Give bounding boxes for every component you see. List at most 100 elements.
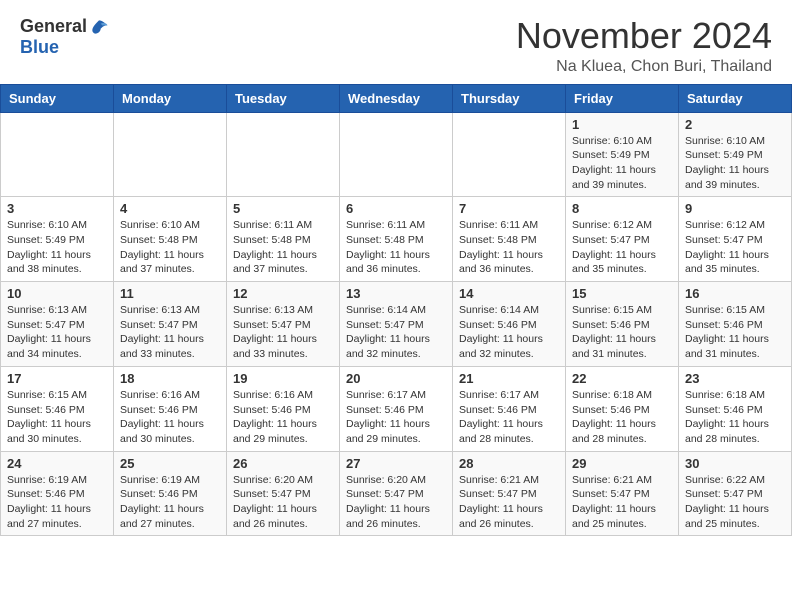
- day-info: Sunrise: 6:16 AM Sunset: 5:46 PM Dayligh…: [120, 388, 220, 447]
- day-cell: 16 Sunrise: 6:15 AM Sunset: 5:46 PM Dayli…: [679, 282, 792, 367]
- day-cell: 10 Sunrise: 6:13 AM Sunset: 5:47 PM Dayli…: [1, 282, 114, 367]
- logo-general-text: General: [20, 16, 87, 37]
- day-cell: 26 Sunrise: 6:20 AM Sunset: 5:47 PM Dayli…: [227, 451, 340, 536]
- header: General Blue November 2024 Na Kluea, Cho…: [0, 0, 792, 84]
- calendar-table: Sunday Monday Tuesday Wednesday Thursday…: [0, 84, 792, 537]
- day-info: Sunrise: 6:15 AM Sunset: 5:46 PM Dayligh…: [685, 303, 785, 362]
- week-row-2: 3 Sunrise: 6:10 AM Sunset: 5:49 PM Daylig…: [1, 197, 792, 282]
- day-number: 6: [346, 201, 446, 216]
- day-cell: 9 Sunrise: 6:12 AM Sunset: 5:47 PM Daylig…: [679, 197, 792, 282]
- day-cell: 5 Sunrise: 6:11 AM Sunset: 5:48 PM Daylig…: [227, 197, 340, 282]
- col-monday: Monday: [114, 84, 227, 112]
- day-cell: 6 Sunrise: 6:11 AM Sunset: 5:48 PM Daylig…: [340, 197, 453, 282]
- day-info: Sunrise: 6:19 AM Sunset: 5:46 PM Dayligh…: [7, 473, 107, 532]
- day-info: Sunrise: 6:12 AM Sunset: 5:47 PM Dayligh…: [572, 218, 672, 277]
- title-area: November 2024 Na Kluea, Chon Buri, Thail…: [516, 16, 772, 76]
- day-cell: 29Sunrise: 6:21 AM Sunset: 5:47 PM Dayli…: [566, 451, 679, 536]
- calendar-header-row: Sunday Monday Tuesday Wednesday Thursday…: [1, 84, 792, 112]
- day-number: 13: [346, 286, 446, 301]
- day-info: Sunrise: 6:20 AM Sunset: 5:47 PM Dayligh…: [233, 473, 333, 532]
- day-cell: [114, 112, 227, 197]
- day-info: Sunrise: 6:20 AM Sunset: 5:47 PM Dayligh…: [346, 473, 446, 532]
- col-thursday: Thursday: [453, 84, 566, 112]
- day-cell: 24 Sunrise: 6:19 AM Sunset: 5:46 PM Dayli…: [1, 451, 114, 536]
- day-info: Sunrise: 6:13 AM Sunset: 5:47 PM Dayligh…: [233, 303, 333, 362]
- day-info: Sunrise: 6:21 AM Sunset: 5:47 PM Dayligh…: [572, 473, 672, 532]
- day-number: 9: [685, 201, 785, 216]
- day-info: Sunrise: 6:13 AM Sunset: 5:47 PM Dayligh…: [7, 303, 107, 362]
- day-number: 22: [572, 371, 672, 386]
- day-cell: 14 Sunrise: 6:14 AM Sunset: 5:46 PM Dayli…: [453, 282, 566, 367]
- day-number: 8: [572, 201, 672, 216]
- day-cell: [453, 112, 566, 197]
- day-number: 24: [7, 456, 107, 471]
- logo-bird-icon: [89, 17, 109, 37]
- day-info: Sunrise: 6:11 AM Sunset: 5:48 PM Dayligh…: [233, 218, 333, 277]
- day-info: Sunrise: 6:14 AM Sunset: 5:47 PM Dayligh…: [346, 303, 446, 362]
- day-cell: 4 Sunrise: 6:10 AM Sunset: 5:48 PM Daylig…: [114, 197, 227, 282]
- day-cell: 23Sunrise: 6:18 AM Sunset: 5:46 PM Dayli…: [679, 366, 792, 451]
- day-info: Sunrise: 6:17 AM Sunset: 5:46 PM Dayligh…: [459, 388, 559, 447]
- day-number: 21: [459, 371, 559, 386]
- day-info: Sunrise: 6:15 AM Sunset: 5:46 PM Dayligh…: [572, 303, 672, 362]
- day-number: 16: [685, 286, 785, 301]
- logo-blue-text: Blue: [20, 37, 59, 58]
- day-info: Sunrise: 6:11 AM Sunset: 5:48 PM Dayligh…: [346, 218, 446, 277]
- day-cell: 3 Sunrise: 6:10 AM Sunset: 5:49 PM Daylig…: [1, 197, 114, 282]
- day-info: Sunrise: 6:10 AM Sunset: 5:49 PM Dayligh…: [7, 218, 107, 277]
- day-cell: [1, 112, 114, 197]
- day-number: 28: [459, 456, 559, 471]
- day-cell: 20Sunrise: 6:17 AM Sunset: 5:46 PM Dayli…: [340, 366, 453, 451]
- day-info: Sunrise: 6:11 AM Sunset: 5:48 PM Dayligh…: [459, 218, 559, 277]
- day-cell: 25 Sunrise: 6:19 AM Sunset: 5:46 PM Dayli…: [114, 451, 227, 536]
- day-cell: 12 Sunrise: 6:13 AM Sunset: 5:47 PM Dayli…: [227, 282, 340, 367]
- day-number: 30: [685, 456, 785, 471]
- week-row-4: 17 Sunrise: 6:15 AM Sunset: 5:46 PM Dayli…: [1, 366, 792, 451]
- col-wednesday: Wednesday: [340, 84, 453, 112]
- day-number: 7: [459, 201, 559, 216]
- day-number: 4: [120, 201, 220, 216]
- day-cell: 2Sunrise: 6:10 AM Sunset: 5:49 PM Daylig…: [679, 112, 792, 197]
- day-cell: 17 Sunrise: 6:15 AM Sunset: 5:46 PM Dayli…: [1, 366, 114, 451]
- day-info: Sunrise: 6:10 AM Sunset: 5:49 PM Dayligh…: [572, 134, 672, 193]
- day-number: 1: [572, 117, 672, 132]
- day-number: 5: [233, 201, 333, 216]
- day-number: 23: [685, 371, 785, 386]
- day-number: 20: [346, 371, 446, 386]
- col-friday: Friday: [566, 84, 679, 112]
- day-info: Sunrise: 6:19 AM Sunset: 5:46 PM Dayligh…: [120, 473, 220, 532]
- day-info: Sunrise: 6:12 AM Sunset: 5:47 PM Dayligh…: [685, 218, 785, 277]
- day-cell: 18 Sunrise: 6:16 AM Sunset: 5:46 PM Dayli…: [114, 366, 227, 451]
- day-number: 12: [233, 286, 333, 301]
- day-cell: 21 Sunrise: 6:17 AM Sunset: 5:46 PM Dayli…: [453, 366, 566, 451]
- week-row-3: 10 Sunrise: 6:13 AM Sunset: 5:47 PM Dayli…: [1, 282, 792, 367]
- day-number: 27: [346, 456, 446, 471]
- day-info: Sunrise: 6:16 AM Sunset: 5:46 PM Dayligh…: [233, 388, 333, 447]
- week-row-5: 24 Sunrise: 6:19 AM Sunset: 5:46 PM Dayli…: [1, 451, 792, 536]
- day-cell: 30Sunrise: 6:22 AM Sunset: 5:47 PM Dayli…: [679, 451, 792, 536]
- day-number: 18: [120, 371, 220, 386]
- day-number: 2: [685, 117, 785, 132]
- logo: General Blue: [20, 16, 109, 58]
- day-info: Sunrise: 6:14 AM Sunset: 5:46 PM Dayligh…: [459, 303, 559, 362]
- day-cell: 1 Sunrise: 6:10 AM Sunset: 5:49 PM Daylig…: [566, 112, 679, 197]
- day-number: 17: [7, 371, 107, 386]
- day-cell: 11Sunrise: 6:13 AM Sunset: 5:47 PM Dayli…: [114, 282, 227, 367]
- day-number: 25: [120, 456, 220, 471]
- day-number: 3: [7, 201, 107, 216]
- day-cell: 22 Sunrise: 6:18 AM Sunset: 5:46 PM Dayli…: [566, 366, 679, 451]
- day-cell: [340, 112, 453, 197]
- month-title: November 2024: [516, 16, 772, 56]
- day-info: Sunrise: 6:13 AM Sunset: 5:47 PM Dayligh…: [120, 303, 220, 362]
- day-info: Sunrise: 6:18 AM Sunset: 5:46 PM Dayligh…: [572, 388, 672, 447]
- day-number: 26: [233, 456, 333, 471]
- day-cell: 15Sunrise: 6:15 AM Sunset: 5:46 PM Dayli…: [566, 282, 679, 367]
- day-number: 14: [459, 286, 559, 301]
- week-row-1: 1 Sunrise: 6:10 AM Sunset: 5:49 PM Daylig…: [1, 112, 792, 197]
- day-number: 10: [7, 286, 107, 301]
- day-info: Sunrise: 6:10 AM Sunset: 5:48 PM Dayligh…: [120, 218, 220, 277]
- day-info: Sunrise: 6:15 AM Sunset: 5:46 PM Dayligh…: [7, 388, 107, 447]
- day-cell: [227, 112, 340, 197]
- page: General Blue November 2024 Na Kluea, Cho…: [0, 0, 792, 536]
- day-cell: 27 Sunrise: 6:20 AM Sunset: 5:47 PM Dayli…: [340, 451, 453, 536]
